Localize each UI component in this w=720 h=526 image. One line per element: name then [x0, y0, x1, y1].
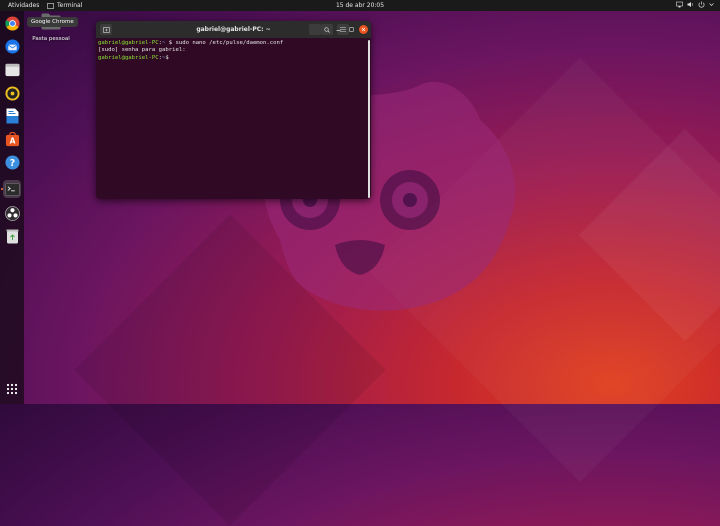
terminal-window[interactable]: gabriel@gabriel-PC: ~ gabriel@gabriel-PC…: [96, 21, 371, 199]
terminal-line: gabriel@gabriel-PC:~ $ sudo nano /etc/pu…: [98, 40, 284, 46]
dock-writer[interactable]: [3, 107, 21, 125]
search-button[interactable]: [321, 24, 333, 35]
app-grid-icon: [6, 383, 18, 395]
command-text: $ sudo nano /etc/pulse/daemon.conf: [168, 40, 284, 46]
dock-tooltip: Google Chrome: [27, 17, 78, 27]
dock-files[interactable]: [3, 61, 21, 79]
terminal-icon: [4, 182, 20, 196]
trash-icon: [6, 229, 18, 243]
dock-rhythmbox[interactable]: [3, 84, 21, 102]
terminal-output[interactable]: gabriel@gabriel-PC:~ $ sudo nano /etc/pu…: [96, 38, 371, 64]
obs-icon: [4, 205, 20, 221]
running-indicator: [1, 188, 3, 190]
clock[interactable]: 15 de abr 20:05: [0, 2, 720, 9]
minimize-icon: [336, 30, 341, 31]
prompt-path: ~: [162, 40, 166, 46]
maximize-icon: [349, 27, 354, 32]
files-icon: [4, 63, 20, 77]
software-icon: A: [5, 131, 19, 146]
chrome-icon: [4, 15, 20, 31]
thunderbird-icon: [4, 38, 20, 54]
search-icon: [324, 26, 330, 33]
command-text: $: [165, 54, 169, 61]
dock: A ?: [0, 11, 24, 404]
home-folder-label: Pasta pessoal: [32, 36, 70, 42]
menu-button[interactable]: [309, 24, 321, 35]
terminal-line: gabriel@gabriel-PC:~$: [98, 54, 169, 61]
help-icon: ?: [4, 154, 20, 170]
window-minimize-visible[interactable]: [334, 25, 343, 34]
dock-obs[interactable]: [3, 204, 21, 222]
terminal-line: [sudo] senha para gabriel:: [98, 47, 369, 54]
power-icon: [698, 1, 705, 8]
maximize-button[interactable]: [347, 25, 356, 34]
system-tray[interactable]: [676, 1, 714, 8]
show-applications-button[interactable]: [3, 380, 21, 398]
rhythmbox-icon: [4, 85, 20, 101]
dock-thunderbird[interactable]: [3, 37, 21, 55]
network-icon: [676, 1, 683, 8]
dock-terminal[interactable]: [3, 180, 21, 198]
chevron-down-icon: [709, 3, 714, 6]
svg-text:?: ?: [9, 157, 14, 168]
dock-help[interactable]: ?: [3, 153, 21, 171]
svg-text:A: A: [9, 136, 15, 145]
close-button[interactable]: [359, 25, 368, 34]
close-icon: [361, 27, 366, 32]
prompt-user: gabriel@gabriel-PC: [98, 54, 159, 61]
sudo-prompt-text: [sudo] senha para gabriel:: [98, 47, 186, 54]
writer-icon: [6, 108, 18, 124]
volume-icon: [687, 2, 693, 7]
terminal-scrollbar[interactable]: [368, 40, 370, 198]
terminal-headerbar[interactable]: gabriel@gabriel-PC: ~: [96, 21, 371, 38]
dock-software[interactable]: A: [3, 130, 21, 148]
prompt-user: gabriel@gabriel-PC: [98, 40, 159, 46]
dock-trash[interactable]: [3, 227, 21, 245]
dock-chrome[interactable]: [3, 14, 21, 32]
top-bar: Atividades Terminal 15 de abr 20:05: [0, 0, 720, 11]
